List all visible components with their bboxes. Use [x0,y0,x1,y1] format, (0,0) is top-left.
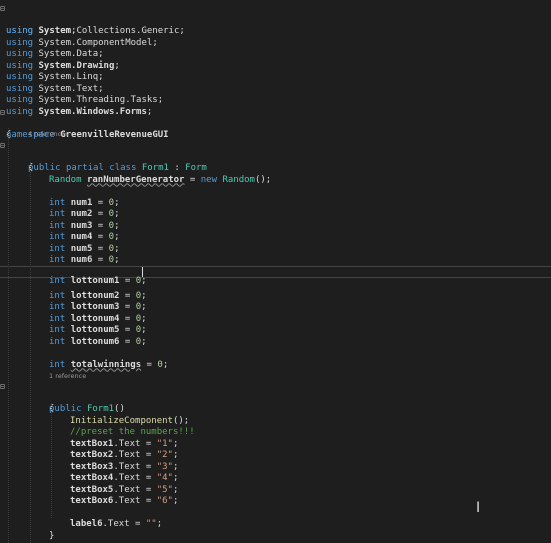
indent-guide [51,403,52,518]
codelens-references[interactable]: 4 references [28,130,69,138]
code-line: int lottonum5 = 0; [49,325,147,335]
code-line: int num4 = 0; [49,232,120,242]
code-line: textBox4.Text = "4"; [70,473,179,483]
code-line: using System.Text; [6,83,104,94]
code-line: label6.Text = ""; [70,519,163,529]
code-line: ⊟ public partial class Form1 : Form [0,140,207,173]
code-line: textBox1.Text = "1"; [70,438,179,449]
code-line: textBox3.Text = "3"; [70,461,179,472]
code-line: int num2 = 0; [49,209,120,219]
code-line: { [28,163,34,173]
code-line: int lottonum4 = 0; [49,313,147,324]
indent-guide [30,162,31,543]
code-line: ⊟ namespace GreenvilleRevenueGUI [0,107,169,140]
code-line: using System.Linq; [6,72,104,82]
code-line: ⊟ public Form1() [0,381,125,414]
code-line: using System.Data; [6,49,104,59]
code-line: int totalwinnings = 0; [49,359,169,370]
code-line: using System.ComponentModel; [6,37,158,48]
code-line: using System.Drawing; [6,60,120,71]
codelens-references[interactable]: 1 reference [49,372,86,380]
current-code-line: int lottonum1 = 0; [0,266,551,285]
code-line: using System.Threading.Tasks; [6,95,164,105]
code-line: Random ranNumberGenerator = new Random()… [49,174,272,185]
code-line: } [49,530,55,541]
code-line: InitializeComponent(); [70,415,190,426]
text-caret [142,267,143,277]
fold-toggle-icon[interactable]: ⊟ [0,381,6,393]
fold-toggle-icon[interactable]: ⊟ [0,107,6,119]
code-line: { [49,404,55,414]
code-line: int lottonum3 = 0; [49,302,147,312]
code-line: textBox6.Text = "6"; [70,496,179,506]
code-editor[interactable]: ⊟ using System; using System.Collections… [0,0,551,543]
code-line: int lottonum2 = 0; [49,290,147,301]
code-line: ⊟ using System; [0,3,77,36]
code-line: //preset the numbers!!! [70,427,195,437]
code-line: int lottonum6 = 0; [49,336,147,347]
code-line: textBox2.Text = "2"; [70,450,179,460]
code-line: using System.Windows.Forms; [6,106,153,117]
code-line: { [6,129,12,140]
code-line: int num6 = 0; [49,255,120,265]
indent-guide [8,128,9,543]
code-line: using System.Collections.Generic; [6,26,185,36]
fold-toggle-icon[interactable]: ⊟ [0,140,6,152]
code-line: int num5 = 0; [49,243,120,254]
code-line: int num3 = 0; [49,220,120,231]
code-line: textBox5.Text = "5"; [70,484,179,495]
fold-toggle-icon[interactable]: ⊟ [0,3,6,15]
mouse-ibeam-cursor-icon: I [476,500,481,516]
code-line: int num1 = 0; [49,197,120,208]
